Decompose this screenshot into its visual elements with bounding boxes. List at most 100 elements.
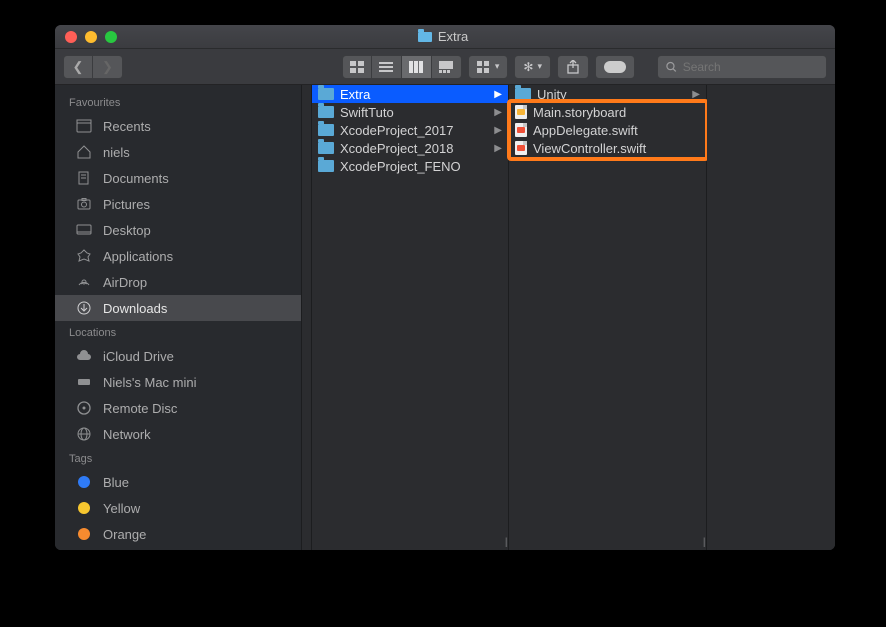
share-button[interactable] — [557, 55, 589, 79]
fullscreen-button[interactable] — [105, 31, 117, 43]
column-resize-handle[interactable]: || — [703, 537, 704, 548]
desktop-icon — [75, 223, 93, 237]
network-icon — [75, 427, 93, 441]
folder-icon — [318, 160, 334, 172]
search-icon — [666, 61, 677, 73]
sidebar-tag-yellow[interactable]: Yellow — [55, 495, 301, 521]
sidebar: Favourites Recents niels Documents Pictu… — [55, 85, 302, 550]
view-mode-segment — [342, 55, 462, 79]
file-label: Main.storyboard — [533, 105, 626, 120]
window-controls — [65, 31, 117, 43]
folder-icon — [515, 88, 531, 100]
file-row[interactable]: AppDelegate.swift — [509, 121, 706, 139]
sidebar-item-label: Desktop — [103, 223, 287, 238]
sidebar-item-downloads[interactable]: Downloads — [55, 295, 301, 321]
sidebar-item-applications[interactable]: Applications — [55, 243, 301, 269]
minimize-button[interactable] — [85, 31, 97, 43]
sidebar-tag-orange[interactable]: Orange — [55, 521, 301, 547]
sidebar-item-label: niels — [103, 145, 287, 160]
sidebar-item-airdrop[interactable]: AirDrop — [55, 269, 301, 295]
chevron-right-icon: ▶ — [494, 89, 504, 100]
applications-icon — [75, 249, 93, 263]
view-list-button[interactable] — [372, 55, 402, 79]
sidebar-item-label: iCloud Drive — [103, 349, 287, 364]
folder-icon — [318, 142, 334, 154]
toolbar: ❮ ❯ ▾ — [55, 49, 835, 85]
file-row[interactable]: SwiftTuto ▶ — [312, 103, 508, 121]
file-row[interactable]: Main.storyboard — [509, 103, 706, 121]
file-row[interactable]: XcodeProject_2018 ▶ — [312, 139, 508, 157]
search-input[interactable] — [683, 60, 818, 74]
group-icon — [477, 61, 491, 73]
view-gallery-button[interactable] — [432, 55, 462, 79]
file-label: Extra — [340, 87, 370, 102]
file-row[interactable]: XcodeProject_FENO — [312, 157, 508, 175]
pictures-icon — [75, 197, 93, 211]
search-field[interactable] — [657, 55, 827, 79]
sidebar-section-label: Favourites — [55, 91, 301, 113]
file-label: ViewController.swift — [533, 141, 646, 156]
column-3[interactable] — [707, 85, 835, 550]
group-by-button[interactable]: ▾ — [468, 55, 509, 79]
home-icon — [75, 145, 93, 159]
computer-icon — [75, 376, 93, 388]
sidebar-item-label: Orange — [103, 527, 287, 542]
share-icon — [567, 60, 579, 74]
chevron-right-icon: ❯ — [102, 59, 113, 75]
sidebar-section-label: Locations — [55, 321, 301, 343]
chevron-left-icon: ❮ — [73, 59, 84, 75]
content-area: Favourites Recents niels Documents Pictu… — [55, 85, 835, 550]
action-button[interactable]: ✻ ▾ — [514, 55, 551, 79]
file-row[interactable]: XcodeProject_2017 ▶ — [312, 121, 508, 139]
view-column-button[interactable] — [402, 55, 432, 79]
tags-button[interactable] — [595, 55, 635, 79]
sidebar-item-recents[interactable]: Recents — [55, 113, 301, 139]
column-1[interactable]: Extra ▶ SwiftTuto ▶ XcodeProject_2017 ▶ — [312, 85, 509, 550]
sidebar-item-desktop[interactable]: Desktop — [55, 217, 301, 243]
sidebar-item-label: Pictures — [103, 197, 287, 212]
chevron-right-icon: ▶ — [692, 89, 702, 100]
file-row[interactable]: ViewController.swift — [509, 139, 706, 157]
file-row[interactable]: Extra ▶ — [312, 85, 508, 103]
file-label: XcodeProject_2017 — [340, 123, 453, 138]
column-resize-handle[interactable]: || — [505, 537, 506, 548]
tag-dot-icon — [75, 476, 93, 488]
grid-icon — [350, 61, 364, 73]
swift-file-icon — [515, 141, 527, 155]
caret-down-icon: ▾ — [537, 61, 542, 72]
tag-dot-icon — [75, 528, 93, 540]
close-button[interactable] — [65, 31, 77, 43]
sidebar-item-pictures[interactable]: Pictures — [55, 191, 301, 217]
disc-icon — [75, 401, 93, 415]
column-view: Extra ▶ SwiftTuto ▶ XcodeProject_2017 ▶ — [302, 85, 835, 550]
sidebar-item-home[interactable]: niels — [55, 139, 301, 165]
window-title-label: Extra — [438, 29, 468, 44]
view-icon-button[interactable] — [342, 55, 372, 79]
file-row[interactable]: Unity ▶ — [509, 85, 706, 103]
sidebar-item-remote-disc[interactable]: Remote Disc — [55, 395, 301, 421]
sidebar-item-computer[interactable]: Niels's Mac mini — [55, 369, 301, 395]
chevron-right-icon: ▶ — [494, 125, 504, 136]
titlebar: Extra — [55, 25, 835, 49]
gallery-icon — [439, 61, 453, 73]
downloads-icon — [75, 301, 93, 315]
file-label: Unity — [537, 87, 567, 102]
sidebar-item-network[interactable]: Network — [55, 421, 301, 447]
folder-icon — [418, 32, 432, 42]
file-label: SwiftTuto — [340, 105, 394, 120]
forward-button[interactable]: ❯ — [93, 55, 123, 79]
back-button[interactable]: ❮ — [63, 55, 93, 79]
recents-icon — [75, 119, 93, 133]
sidebar-item-label: Downloads — [103, 301, 287, 316]
column-2[interactable]: Unity ▶ Main.storyboard AppDelegate.swif… — [509, 85, 707, 550]
sidebar-tag-blue[interactable]: Blue — [55, 469, 301, 495]
tag-icon — [604, 61, 626, 73]
window-title: Extra — [125, 29, 761, 44]
caret-down-icon: ▾ — [495, 61, 500, 72]
sidebar-item-label: Remote Disc — [103, 401, 287, 416]
folder-icon — [318, 124, 334, 136]
sidebar-item-icloud[interactable]: iCloud Drive — [55, 343, 301, 369]
sidebar-section-label: Tags — [55, 447, 301, 469]
sidebar-item-label: AirDrop — [103, 275, 287, 290]
sidebar-item-documents[interactable]: Documents — [55, 165, 301, 191]
